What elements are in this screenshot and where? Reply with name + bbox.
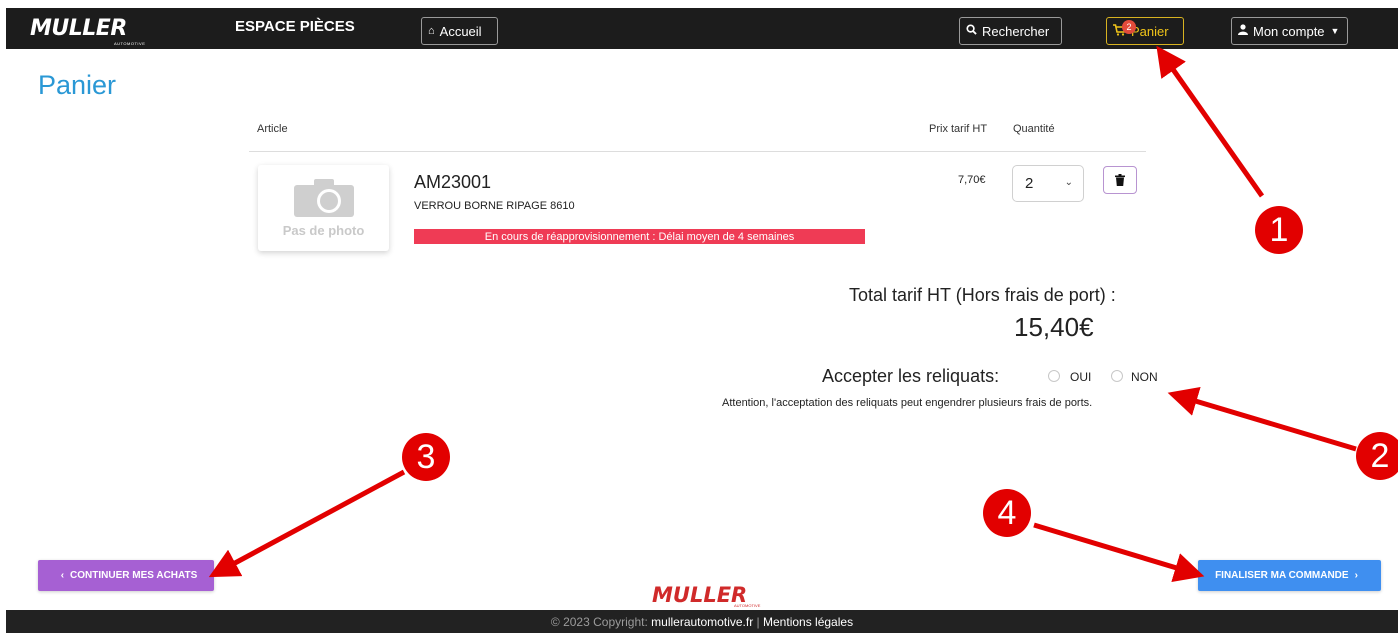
reliquats-label: Accepter les reliquats: xyxy=(822,366,1000,386)
reliquats-yes-radio[interactable] xyxy=(1048,370,1060,382)
search-button-label: Rechercher xyxy=(982,23,1050,39)
product-reference[interactable]: AM23001 xyxy=(414,172,491,193)
reliquats-no-label[interactable]: NON xyxy=(1131,370,1158,384)
copyright-text: © 2023 Copyright: xyxy=(550,614,648,629)
no-photo-label: Pas de photo xyxy=(282,223,365,238)
search-button[interactable]: Rechercher xyxy=(959,17,1062,45)
annotation-arrow-4 xyxy=(1033,522,1205,583)
restock-alert-badge: En cours de réapprovisionnement : Délai … xyxy=(414,229,865,244)
muller-logo[interactable]: MULLER AUTOMOTIVE xyxy=(30,16,160,46)
total-value: 15,40€ xyxy=(1014,312,1094,342)
site-link[interactable]: mullerautomotive.fr xyxy=(651,615,753,629)
home-button-label: Accueil xyxy=(439,23,482,39)
finalize-order-label: FINALISER MA COMMANDE xyxy=(1215,570,1349,581)
annotation-arrow-3 xyxy=(208,469,406,578)
home-button[interactable]: ⌂ Accueil xyxy=(421,17,498,45)
page-title: Panier xyxy=(38,70,117,100)
caret-down-icon: ▼ xyxy=(1330,26,1340,36)
product-photo-placeholder: Pas de photo xyxy=(258,165,389,251)
reliquats-no-radio[interactable] xyxy=(1111,370,1123,382)
camera-icon xyxy=(294,179,354,217)
unit-price: 7,70€ xyxy=(958,174,986,186)
account-dropdown[interactable]: Mon compte ▼ xyxy=(1231,17,1348,45)
quantity-select[interactable]: 2 ⌄ xyxy=(1012,165,1084,202)
continue-shopping-button[interactable]: ‹ CONTINUER MES ACHATS xyxy=(38,560,214,591)
annotation-number-3: 3 xyxy=(402,433,450,481)
top-navbar: MULLER AUTOMOTIVE ESPACE PIÈCES ⌂ Accuei… xyxy=(6,8,1398,49)
trash-icon xyxy=(1115,174,1125,186)
brand-title[interactable]: ESPACE PIÈCES xyxy=(235,18,355,35)
product-designation: VERROU BORNE RIPAGE 8610 xyxy=(414,200,575,212)
column-header-article: Article xyxy=(257,123,288,135)
total-label: Total tarif HT (Hors frais de port) : xyxy=(849,285,1116,305)
footer-logo-text: MULLER xyxy=(652,583,748,607)
reliquats-yes-label[interactable]: OUI xyxy=(1070,370,1091,384)
legal-notice-link[interactable]: Mentions légales xyxy=(763,615,853,629)
annotation-arrows xyxy=(208,45,1357,583)
cart-button[interactable]: 2 Panier xyxy=(1106,17,1184,45)
account-dropdown-label: Mon compte xyxy=(1253,23,1325,39)
cart-button-label: Panier xyxy=(1131,23,1169,39)
annotation-number-4: 4 xyxy=(983,489,1031,537)
home-icon: ⌂ xyxy=(428,25,435,37)
user-icon xyxy=(1238,24,1248,38)
table-divider xyxy=(249,151,1146,152)
logo-text: MULLER xyxy=(30,16,127,41)
finalize-order-button[interactable]: FINALISER MA COMMANDE › xyxy=(1198,560,1381,591)
annotation-arrow-1 xyxy=(1156,45,1265,198)
continue-shopping-label: CONTINUER MES ACHATS xyxy=(70,570,198,581)
annotation-number-1: 1 xyxy=(1255,206,1303,254)
annotation-number-2: 2 xyxy=(1356,432,1398,480)
cart-count-badge: 2 xyxy=(1122,20,1136,34)
quantity-value: 2 xyxy=(1025,175,1034,192)
column-header-price: Prix tarif HT xyxy=(929,123,988,135)
chevron-right-icon: › xyxy=(1354,570,1358,581)
footer-bar: © 2023 Copyright: mullerautomotive.fr | … xyxy=(6,610,1398,633)
logo-subtext: AUTOMOTIVE xyxy=(114,41,146,46)
search-icon xyxy=(966,24,977,38)
footer-logo: MULLER AUTOMOTIVE xyxy=(652,583,770,609)
chevron-down-icon: ⌄ xyxy=(1064,177,1073,188)
chevron-left-icon: ‹ xyxy=(60,570,65,581)
column-header-quantity: Quantité xyxy=(1013,123,1055,135)
footer-logo-subtext: AUTOMOTIVE xyxy=(734,603,761,608)
delete-item-button[interactable] xyxy=(1103,166,1137,194)
reliquats-warning: Attention, l'acceptation des reliquats p… xyxy=(722,397,1093,409)
annotation-arrow-2 xyxy=(1167,386,1357,452)
